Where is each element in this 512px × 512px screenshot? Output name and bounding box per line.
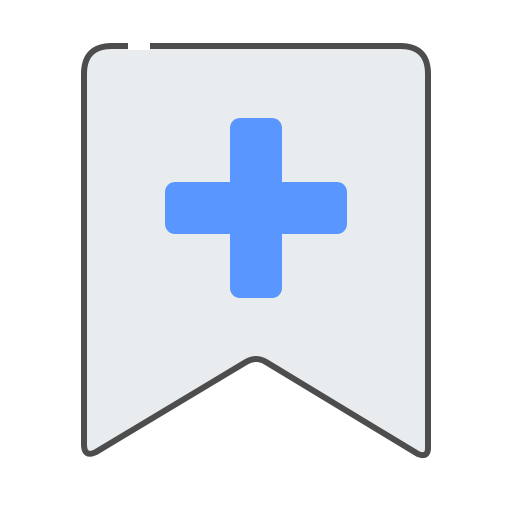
plus-horizontal-bar <box>165 182 347 234</box>
icon-canvas <box>0 0 512 512</box>
bookmark-add-icon[interactable] <box>0 0 512 512</box>
